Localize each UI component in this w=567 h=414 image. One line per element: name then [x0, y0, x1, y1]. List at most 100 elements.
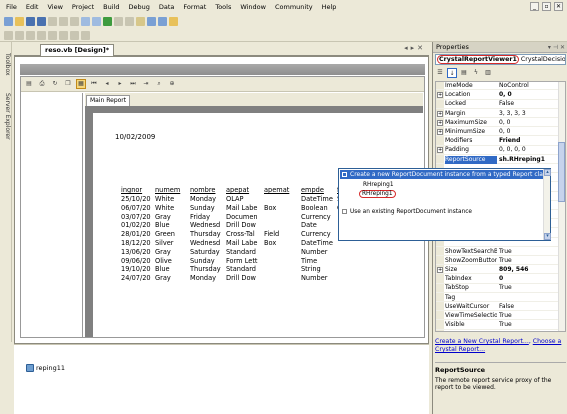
menu-tools[interactable]: Tools [215, 3, 231, 11]
next-page-icon[interactable]: ▸ [115, 79, 125, 89]
save-icon[interactable] [26, 16, 35, 26]
copy-icon[interactable]: ❐ [63, 79, 73, 89]
property-value[interactable]: 0, 0 [499, 128, 564, 136]
property-pages-icon[interactable]: ▥ [483, 68, 493, 78]
server-explorer-tab[interactable]: Server Explorer [1, 86, 11, 146]
events-icon[interactable]: ϟ [471, 68, 481, 78]
paste-icon[interactable] [70, 16, 79, 26]
dropdown-item-selected[interactable]: RHreping1 [359, 190, 396, 198]
property-value[interactable]: 3, 3, 3, 3 [499, 110, 564, 118]
expand-icon[interactable]: + [437, 92, 443, 99]
align-center-icon[interactable] [15, 30, 24, 40]
menu-data[interactable]: Data [159, 3, 175, 11]
property-value[interactable]: False [499, 303, 564, 311]
expand-icon[interactable]: + [437, 110, 443, 117]
categorized-icon[interactable]: ☰ [435, 68, 445, 78]
expand-icon[interactable]: + [437, 147, 443, 154]
property-row[interactable]: + Location 0, 0 [436, 91, 565, 100]
align-top-icon[interactable] [37, 30, 46, 40]
start-debug-icon[interactable] [103, 16, 112, 26]
refresh-icon[interactable]: ↻ [50, 79, 60, 89]
group-tree-pane[interactable] [21, 93, 83, 337]
pause-icon[interactable] [114, 16, 123, 26]
scroll-down-icon[interactable]: ▾ [544, 233, 551, 240]
save-all-icon[interactable] [37, 16, 46, 26]
find-icon[interactable] [136, 16, 145, 26]
print-icon[interactable]: ⎙ [37, 79, 47, 89]
property-value[interactable]: 0, 0 [499, 119, 564, 127]
tab-close-icon[interactable]: ◂▸✕ [404, 44, 426, 52]
toolbox-icon[interactable] [169, 16, 178, 26]
properties-window-icon[interactable] [158, 16, 167, 26]
property-value[interactable]: True [499, 248, 564, 256]
property-value[interactable]: 0 [499, 275, 564, 283]
property-row[interactable]: + MaximumSize 0, 0 [436, 119, 565, 128]
property-row[interactable]: UseWaitCursor False [436, 303, 565, 312]
scroll-up-icon[interactable]: ▴ [544, 169, 551, 176]
create-report-link[interactable]: Create a New Crystal Report... [435, 338, 529, 345]
expand-icon[interactable]: + [437, 129, 443, 135]
properties-pin-close-icon[interactable]: ▾ ⊣ ✕ [548, 42, 565, 53]
property-row[interactable]: + Size 809, 546 [436, 266, 565, 275]
properties-icon[interactable]: ▤ [459, 68, 469, 78]
property-value[interactable]: 0, 0 [499, 91, 564, 99]
menu-community[interactable]: Community [275, 3, 313, 11]
property-value[interactable]: 0, 0, 0, 0 [499, 146, 564, 154]
dropdown-scrollbar[interactable]: ▴ ▾ [543, 169, 551, 240]
undo-icon[interactable] [81, 16, 90, 26]
property-row[interactable]: + MinimumSize 0, 0 [436, 128, 565, 137]
object-selector[interactable]: CrystalReportViewer1 CrystalDecisions [435, 54, 566, 65]
menu-view[interactable]: View [47, 3, 62, 11]
minimize-button[interactable]: _ [530, 2, 539, 11]
form-title-bar[interactable] [20, 64, 425, 75]
menu-edit[interactable]: Edit [26, 3, 39, 11]
document-tab[interactable]: reso.vb [Design]* [40, 44, 115, 56]
expand-icon[interactable]: + [437, 119, 443, 126]
export-icon[interactable]: ▤ [24, 79, 34, 89]
first-page-icon[interactable]: ⏮ [89, 79, 99, 89]
menu-build[interactable]: Build [103, 3, 119, 11]
property-row[interactable]: TabIndex 0 [436, 275, 565, 284]
property-grid-scrollbar[interactable] [558, 82, 565, 331]
property-value[interactable]: Friend [499, 137, 564, 145]
cut-icon[interactable] [48, 16, 57, 26]
property-row[interactable]: Locked False [436, 100, 565, 109]
restore-button[interactable]: ▫ [542, 2, 551, 11]
property-row[interactable]: TabStop True [436, 284, 565, 293]
align-right-icon[interactable] [26, 30, 35, 40]
property-value[interactable]: sh.RHreping1 [499, 156, 564, 164]
scrollbar-thumb[interactable] [558, 142, 565, 202]
menu-help[interactable]: Help [322, 3, 337, 11]
property-row[interactable]: ImeMode NoControl [436, 82, 565, 91]
property-value[interactable]: True [499, 312, 564, 320]
last-page-icon[interactable]: ⏭ [128, 79, 138, 89]
menu-window[interactable]: Window [240, 3, 266, 11]
property-value[interactable]: 809, 546 [499, 266, 564, 274]
solution-explorer-icon[interactable] [147, 16, 156, 26]
search-icon[interactable]: ⌕ [154, 79, 164, 89]
tab-main-report[interactable]: Main Report [86, 95, 131, 106]
group-tree-toggle-icon[interactable]: ▦ [76, 79, 86, 89]
menu-format[interactable]: Format [183, 3, 206, 11]
alphabetical-icon[interactable]: ↓ [447, 68, 457, 78]
property-row[interactable]: Tag [436, 294, 565, 303]
copy-icon[interactable] [59, 16, 68, 26]
stop-icon[interactable] [125, 16, 134, 26]
property-row[interactable]: + Padding 0, 0, 0, 0 [436, 146, 565, 155]
menu-debug[interactable]: Debug [129, 3, 150, 11]
dropdown-option-existing-instance[interactable]: Use an existing ReportDocument instance [342, 209, 472, 215]
property-row[interactable]: ShowZoomButton True [436, 257, 565, 266]
property-value[interactable]: NoControl [499, 82, 564, 90]
property-row[interactable]: ShowTextSearchBu True [436, 248, 565, 257]
menu-project[interactable]: Project [72, 3, 94, 11]
expand-icon[interactable]: + [437, 267, 443, 273]
property-value[interactable]: True [499, 284, 564, 292]
menu-file[interactable]: File [6, 3, 17, 11]
redo-icon[interactable] [92, 16, 101, 26]
property-row[interactable]: Modifiers Friend [436, 137, 565, 146]
close-button[interactable]: ✕ [554, 2, 563, 11]
property-value[interactable]: True [499, 321, 564, 329]
component-tray-item[interactable]: reping11 [26, 364, 65, 372]
align-middle-icon[interactable] [48, 30, 57, 40]
dropdown-item[interactable]: RHreping1 [363, 182, 394, 188]
